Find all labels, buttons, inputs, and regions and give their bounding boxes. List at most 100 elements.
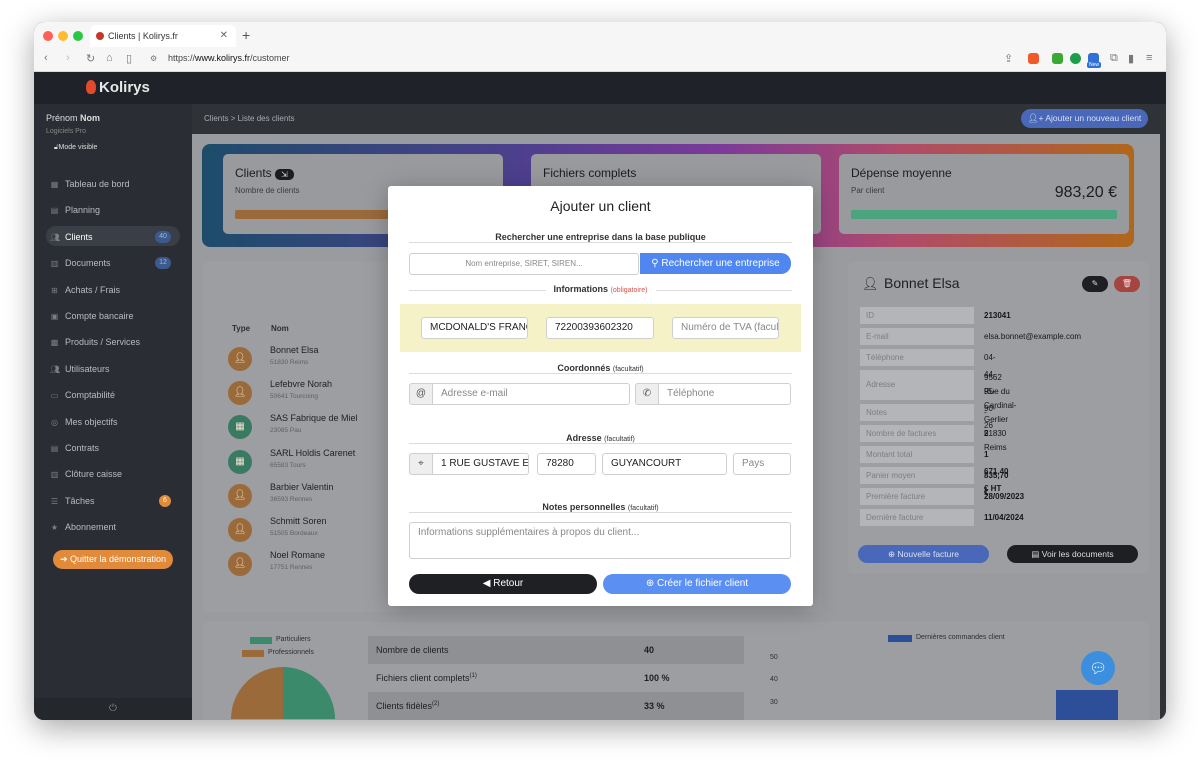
search-company-button[interactable]: ⚲ Rechercher une entreprise xyxy=(640,253,791,274)
y-tick-30: 30 xyxy=(770,698,778,706)
sidebar-item-tableau-de-bord[interactable]: ▦ Tableau de bord xyxy=(50,179,130,189)
email-input[interactable]: Adresse e-mail xyxy=(432,383,630,405)
maximize-window-button[interactable] xyxy=(73,31,83,41)
table-row[interactable]: ▦ SAS Fabrique de Miel 23085 Pau xyxy=(217,411,387,445)
create-client-button[interactable]: ⊕ Créer le fichier client xyxy=(603,574,791,594)
new-tab-button[interactable]: + xyxy=(242,27,250,43)
sidebar-item-contrats[interactable]: ▤ Contrats xyxy=(50,443,99,453)
notes-textarea[interactable]: Informations supplémentaires à propos du… xyxy=(409,522,791,559)
company-name-input[interactable]: MCDONALD'S FRANCE xyxy=(421,317,528,339)
extension-circle-icon[interactable] xyxy=(1070,53,1081,64)
view-documents-button[interactable]: ▤ Voir les documents xyxy=(1007,545,1138,563)
users-icon: 👥︎ xyxy=(50,232,61,242)
avatar: 👤︎ xyxy=(228,381,252,406)
edit-icon[interactable]: ✎ xyxy=(1082,276,1108,292)
siret-input[interactable]: 72200393602320 xyxy=(546,317,654,339)
bank-icon: ▣ xyxy=(50,312,59,321)
extension-green-icon[interactable] xyxy=(1052,53,1063,64)
stat-value: 100 % xyxy=(644,673,670,683)
bookmark-icon[interactable]: ▯ xyxy=(126,52,132,65)
sidebar-item-utilisateurs[interactable]: 👥︎ Utilisateurs xyxy=(50,364,110,374)
sidebar-item-planning[interactable]: ▤ Planning xyxy=(50,205,100,215)
clients-card-title-text: Clients xyxy=(235,166,272,180)
avatar: 👤︎ xyxy=(228,483,252,508)
city-input[interactable]: GUYANCOURT xyxy=(602,453,727,475)
country-input[interactable]: Pays xyxy=(733,453,791,475)
address-bar[interactable]: https://www.kolirys.fr/customer xyxy=(168,53,290,63)
stat-row: Nombre de clients 40 xyxy=(368,636,744,664)
accounting-icon: ▭ xyxy=(50,391,59,401)
sidebar-item-label: Documents xyxy=(65,258,111,269)
site-settings-icon[interactable]: ⚙ xyxy=(150,54,157,63)
brave-shield-icon[interactable] xyxy=(1028,53,1039,64)
phone-input[interactable]: Téléphone xyxy=(658,383,791,405)
vat-number-input[interactable]: Numéro de TVA (facultatif) xyxy=(672,317,779,339)
address-divider xyxy=(409,443,792,444)
sidebar-item-label: Tâches xyxy=(65,495,95,506)
chat-button[interactable]: 💬︎ xyxy=(1081,651,1115,685)
zip-input[interactable]: 78280 xyxy=(537,453,596,475)
address-section-text: Adresse xyxy=(566,433,602,443)
sidebar-item-abonnement[interactable]: ★ Abonnement xyxy=(50,522,116,532)
sidebar-item-clients[interactable]: 👥︎ Clients xyxy=(50,232,93,242)
sidebar-item-t-ches[interactable]: ☰ Tâches xyxy=(50,496,95,506)
detail-field-label: ID xyxy=(860,307,974,324)
detail-field-value-line: 213041 xyxy=(984,311,1011,320)
mode-toggle[interactable]: 🔓︎Mode visible xyxy=(54,144,97,152)
close-tab-icon[interactable]: ✕ xyxy=(220,25,228,47)
plus-circle-icon: ⊕ xyxy=(888,549,898,559)
sidebar-item-produits-services[interactable]: ▩ Produits / Services xyxy=(50,337,140,347)
table-row[interactable]: 👤︎ Schmitt Soren 51505 Bordeaux xyxy=(217,514,387,548)
client-city: 51505 Bordeaux xyxy=(270,530,318,537)
table-row[interactable]: 👤︎ Lefebvre Norah 50641 Tourcoing xyxy=(217,377,387,411)
forward-icon[interactable]: › xyxy=(66,52,70,64)
page-scrollbar[interactable] xyxy=(1160,104,1166,720)
stat-row: Clients fidèles(2) 33 % xyxy=(368,692,744,720)
delete-icon[interactable]: 🗑︎ xyxy=(1114,276,1140,292)
new-invoice-button[interactable]: ⊕ Nouvelle facture xyxy=(858,545,989,563)
export-icon[interactable]: ⇲ xyxy=(275,169,294,180)
detail-field-value: 213041 xyxy=(984,307,1011,324)
sidebar-item-mes-objectifs[interactable]: ◎ Mes objectifs xyxy=(50,417,118,427)
sidebar-item-compte-bancaire[interactable]: ▣ Compte bancaire xyxy=(50,311,134,321)
reload-icon[interactable]: ↻ xyxy=(86,52,95,65)
table-row[interactable]: ▦ SARL Holdis Carenet 65583 Tours xyxy=(217,446,387,480)
sidebar-item-documents[interactable]: ▥ Documents xyxy=(50,258,111,268)
user-first-name: Prénom xyxy=(46,113,78,123)
sidebar-item-comptabilit-[interactable]: ▭ Comptabilité xyxy=(50,390,115,400)
company-search-input[interactable]: Nom entreprise, SIRET, SIREN... xyxy=(409,253,639,275)
sidebar-item-cl-ture-caisse[interactable]: ▥ Clôture caisse xyxy=(50,469,122,479)
document-icon: ▥ xyxy=(50,259,59,269)
sidebar-item-label: Mes objectifs xyxy=(65,416,118,427)
menu-icon[interactable]: ≡ xyxy=(1146,52,1152,64)
breadcrumb-clients[interactable]: Clients xyxy=(204,114,228,123)
table-row[interactable]: 👤︎ Bonnet Elsa 51830 Reims xyxy=(217,343,387,377)
extensions-puzzle-icon[interactable]: ⧉ xyxy=(1110,52,1118,65)
person-icon: 👤︎ xyxy=(233,524,247,535)
table-row[interactable]: 👤︎ Noel Romane 17751 Rennes xyxy=(217,548,387,582)
client-name: Bonnet Elsa xyxy=(270,345,319,355)
power-button[interactable]: ⏻ xyxy=(34,698,192,720)
close-window-button[interactable] xyxy=(43,31,53,41)
sidebar-item-achats-frais[interactable]: ⊞ Achats / Frais xyxy=(50,285,120,295)
share-icon[interactable]: ⇪ xyxy=(1004,52,1013,65)
back-label: Retour xyxy=(493,578,524,589)
sidebar-toggle-icon[interactable]: ▮ xyxy=(1128,52,1134,65)
home-icon[interactable]: ⌂ xyxy=(106,52,113,64)
street-input[interactable]: 1 RUE GUSTAVE EIFFEL xyxy=(432,453,529,475)
y-tick-40: 40 xyxy=(770,676,778,684)
table-row[interactable]: 👤︎ Barbier Valentin 36593 Rennes xyxy=(217,480,387,514)
client-name: Noel Romane xyxy=(270,550,326,561)
person-icon: 👤︎ xyxy=(233,387,247,399)
back-button[interactable]: ◀ Retour xyxy=(409,574,597,594)
minimize-window-button[interactable] xyxy=(58,31,68,41)
quit-demo-button[interactable]: ➔ Quitter la démonstration xyxy=(53,550,173,569)
column-name[interactable]: Nom xyxy=(271,324,289,333)
back-icon[interactable]: ‹ xyxy=(44,52,48,64)
browser-tab[interactable]: Clients | Kolirys.fr ✕ xyxy=(90,25,236,47)
person-icon: 👤︎ xyxy=(233,489,247,501)
add-client-button[interactable]: 👤︎+ Ajouter un nouveau client xyxy=(1021,109,1148,128)
map-marker-icon: ⌖ xyxy=(409,453,433,475)
add-client-modal: Ajouter un client Rechercher une entrepr… xyxy=(388,186,813,606)
app-logo[interactable]: Kolirys xyxy=(86,79,150,96)
